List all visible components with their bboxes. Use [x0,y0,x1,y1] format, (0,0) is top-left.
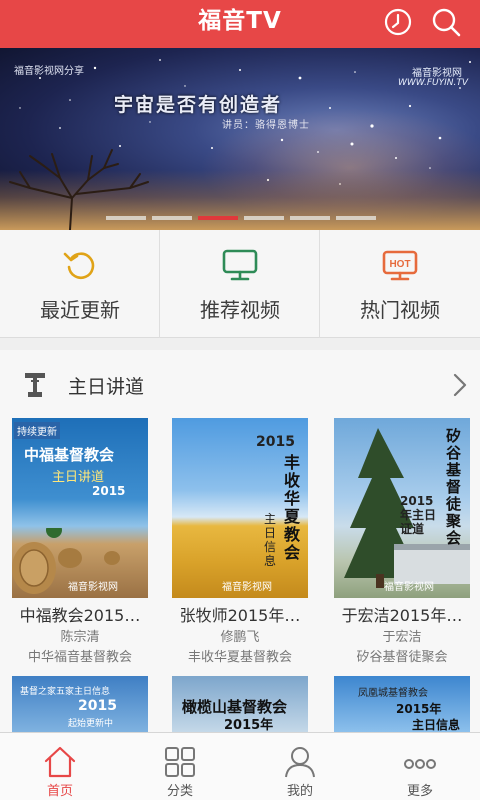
hot-tv-icon: HOT [382,250,418,281]
video-thumbnail: 持续更新 中福基督教会 主日讲道 2015 福音影视网 [12,418,148,598]
refresh-icon [63,252,95,280]
carousel-dot[interactable] [336,216,376,220]
card-church: 丰收华夏基督教会 [187,650,292,665]
more-icon [404,759,436,769]
banner-headline: 宇宙是否有创造者 [114,94,283,116]
banner-carousel[interactable]: 福音影视网分享 宇宙是否有创造者 讲员：骆得恩博士 福音影视网 WWW.FUYI… [0,48,480,230]
nav-mine[interactable]: 我的 [240,733,360,800]
quick-label: 热门视频 [360,298,440,322]
thumb-year: 2015年 [396,702,442,716]
thumb-year: 2015 [78,698,117,714]
thumb-line2: 主日讲道 [52,470,105,485]
card-church: 矽谷基督徒聚会 [356,650,448,665]
nav-label: 分类 [166,784,193,799]
quick-recommended[interactable]: 推荐视频 [160,230,320,338]
thumb-line2: 起始更新中 [68,719,114,729]
video-thumbnail: 2015 丰收华夏教会 主日信息 福音影视网 [172,418,308,598]
section-title: 主日讲道 [68,376,145,398]
card-author: 陈宗清 [60,630,100,645]
hot-badge: HOT [389,259,410,270]
monitor-icon [222,249,258,281]
thumb-line2: 主日信息 [264,512,277,568]
video-thumbnail: 矽谷基督徒聚会 2015年主日证道 福音影视网 [334,418,470,598]
bottom-navigation: 首页 分类 我的 更多 [0,732,480,800]
card-title: 于宏洁2015年… [341,606,463,625]
thumb-year: 2015 [256,434,295,450]
carousel-indicators [0,216,480,222]
quick-label: 推荐视频 [200,298,280,322]
video-card-partial[interactable]: 凤凰城基督教会 2015年 主日信息 [334,676,470,732]
clock-icon [384,8,412,36]
grid-icon [165,747,195,777]
carousel-dot[interactable] [244,216,284,220]
chevron-right-icon[interactable] [452,372,468,398]
quick-label: 最近更新 [40,298,120,322]
banner-watermark: 福音影视网 WWW.FUYIN.TV [394,64,474,92]
nav-label: 我的 [286,784,313,799]
carousel-dot-active[interactable] [198,216,238,220]
nav-category[interactable]: 分类 [120,733,240,800]
nav-label: 首页 [46,784,73,799]
thumb-line2: 主日信息 [412,718,461,732]
top-bar: 福音TV [0,0,480,48]
search-button[interactable] [430,6,462,38]
thumb-line1: 凤凰城基督教会 [358,688,428,699]
thumb-year: 2015 [92,484,126,498]
pulpit-icon [25,373,45,397]
card-title: 中福教会2015… [19,606,141,625]
nav-more[interactable]: 更多 [360,733,480,800]
nav-home[interactable]: 首页 [0,733,120,800]
thumb-logo: 福音影视网 [222,582,272,593]
watermark-cn: 福音影视网 [412,68,462,79]
banner-speaker: 讲员：骆得恩博士 [222,120,310,131]
card-author: 于宏洁 [382,630,422,645]
sunday-sermons-section: 主日讲道 持续更新 中福基督教会 主日讲道 2015 福音影视网 中福教会201… [0,350,480,732]
carousel-dot[interactable] [152,216,192,220]
nav-label: 更多 [406,784,433,799]
user-icon [285,747,315,778]
section-header[interactable]: 主日讲道 [0,350,480,416]
carousel-dot[interactable] [106,216,146,220]
banner-tag: 福音影视网分享 [14,66,84,77]
quick-menu: 最近更新 推荐视频 HOT 热门视频 [0,230,480,338]
card-title: 张牧师2015年… [179,606,301,625]
app-root: 福音TV 福音影视网分享 宇宙是否有创造者 讲员：骆得恩博士 福音影视网 WWW… [0,0,480,800]
history-button[interactable] [382,6,414,38]
home-icon [44,746,76,778]
thumb-line1: 基督之家五家主日信息 [20,687,111,697]
search-icon [432,8,461,37]
thumb-ribbon: 持续更新 [14,422,60,439]
thumb-year: 2015年 [224,718,274,732]
carousel-dot[interactable] [290,216,330,220]
card-author: 修鹏飞 [220,630,260,645]
thumb-logo: 福音影视网 [384,582,434,593]
video-card-partial[interactable]: 基督之家五家主日信息 2015 起始更新中 [12,676,148,732]
card-church: 中华福音基督教会 [27,650,132,665]
watermark-en: WWW.FUYIN.TV [398,78,468,88]
thumb-line1: 中福基督教会 [24,446,115,464]
quick-hot[interactable]: HOT 热门视频 [320,230,480,338]
thumb-line2: 2015年主日证道 [400,494,437,536]
video-card-partial[interactable]: 橄榄山基督教会 2015年 [172,676,308,732]
thumb-logo: 福音影视网 [68,582,118,593]
thumb-line1: 丰收华夏教会 [284,453,301,562]
thumb-line1: 矽谷基督徒聚会 [446,427,462,547]
quick-recent-updates[interactable]: 最近更新 [0,230,160,338]
